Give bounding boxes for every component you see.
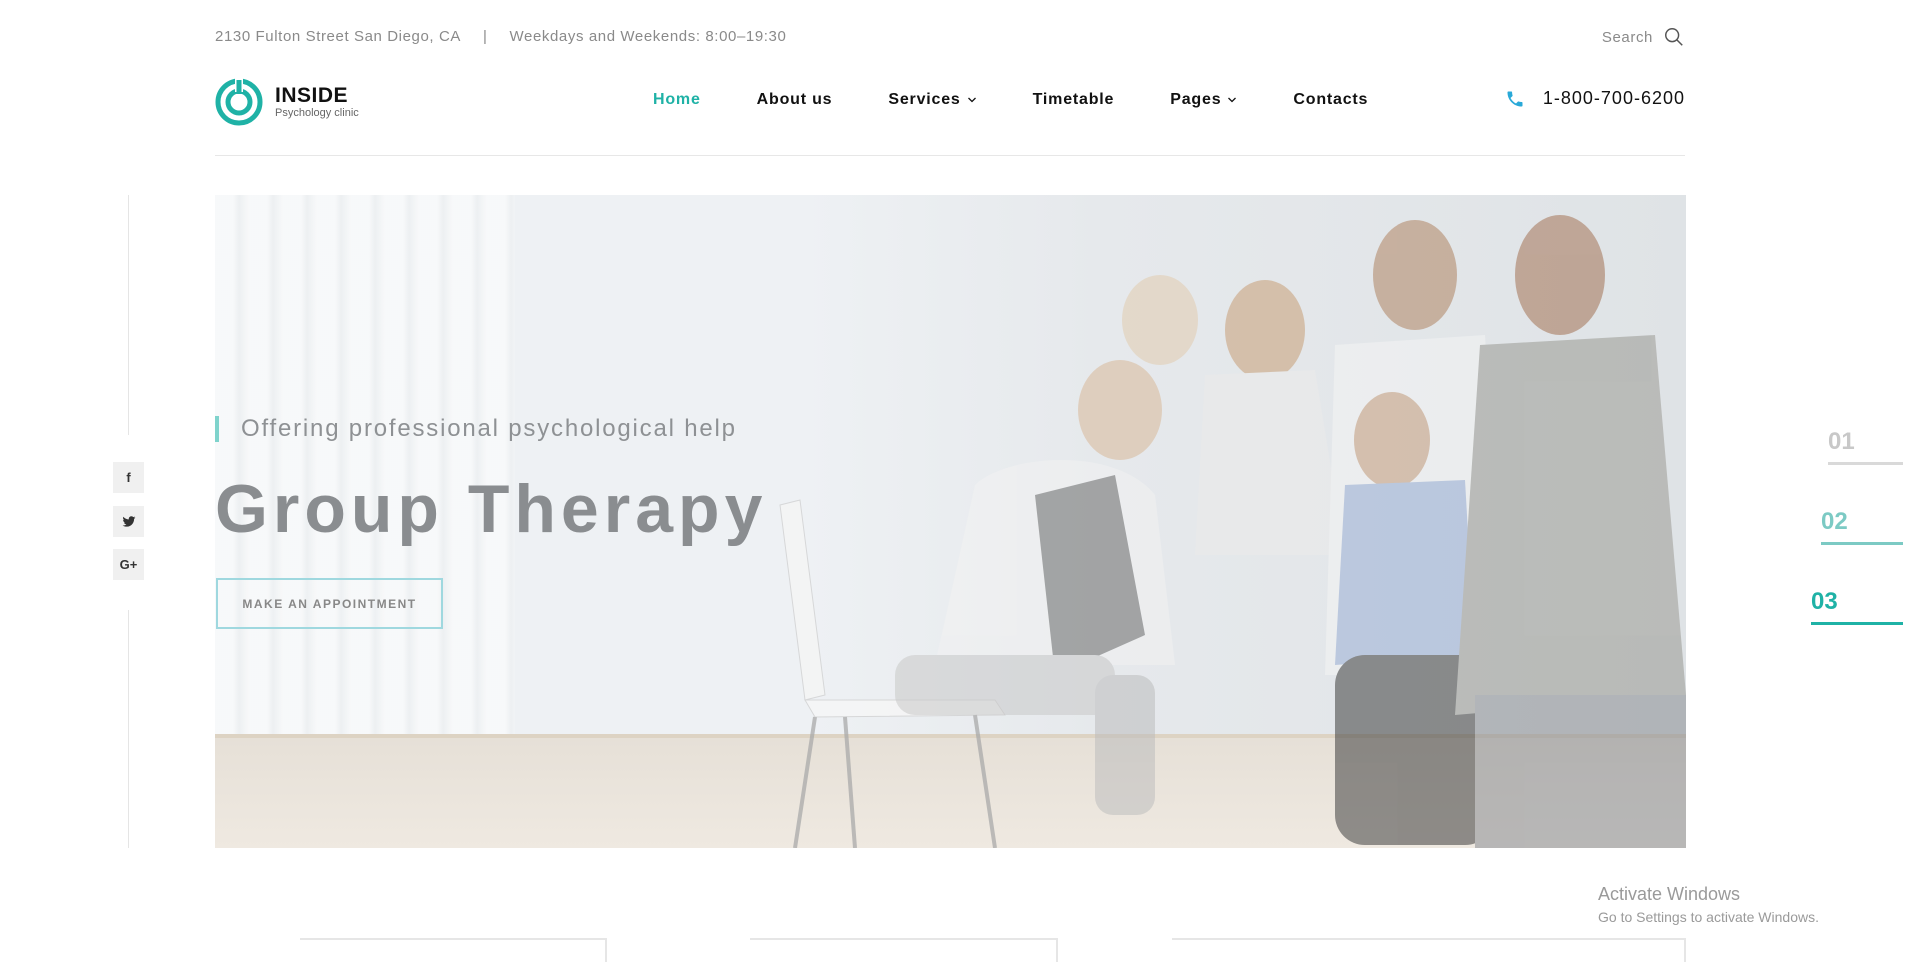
feature-card-outline — [1172, 938, 1686, 962]
google-plus-button[interactable]: G+ — [113, 549, 144, 580]
slide-number: 03 — [1811, 588, 1838, 615]
hero-slider: Offering professional psychological help… — [215, 195, 1686, 848]
nav-about-label: About us — [756, 91, 833, 108]
slide-indicator — [1811, 622, 1903, 625]
info-separator: | — [483, 28, 488, 45]
contact-info: 2130 Fulton Street San Diego, CA | Weekd… — [215, 28, 786, 45]
feature-card-outline — [300, 938, 607, 962]
logo-icon — [215, 78, 263, 126]
twitter-button[interactable] — [113, 506, 144, 537]
chevron-down-icon — [1228, 97, 1237, 103]
slide-nav-01[interactable]: 01 — [1828, 428, 1903, 465]
nav-home-label: Home — [653, 91, 701, 108]
hero-kicker: Offering professional psychological help — [215, 416, 737, 442]
address-text: 2130 Fulton Street San Diego, CA — [215, 28, 462, 45]
search-icon — [1665, 28, 1683, 46]
main-nav: Home About us Services Timetable Pages C… — [653, 91, 1424, 109]
main-header: INSIDE Psychology clinic Home About us S… — [215, 74, 1685, 156]
facebook-icon: f — [126, 470, 131, 485]
logo-tagline: Psychology clinic — [275, 106, 359, 119]
phone-contact[interactable]: 1-800-700-6200 — [1505, 88, 1685, 109]
hours-text: Weekdays and Weekends: 8:00–19:30 — [509, 28, 787, 45]
watermark-title: Activate Windows — [1598, 884, 1741, 904]
search-label: Search — [1601, 28, 1653, 46]
people-illustration — [895, 215, 1686, 848]
nav-timetable-label: Timetable — [1032, 91, 1115, 108]
phone-icon — [1507, 91, 1523, 106]
slide-number: 01 — [1828, 428, 1855, 455]
nav-contacts[interactable]: Contacts — [1293, 91, 1368, 109]
nav-pages-label: Pages — [1170, 91, 1222, 108]
make-appointment-button[interactable]: MAKE AN APPOINTMENT — [216, 578, 443, 629]
top-info-bar: 2130 Fulton Street San Diego, CA | Weekd… — [215, 0, 1685, 74]
hero-title: Group Therapy — [215, 471, 768, 547]
nav-services-label: Services — [888, 91, 961, 108]
nav-timetable[interactable]: Timetable — [1033, 91, 1115, 109]
twitter-icon — [122, 515, 135, 527]
facebook-button[interactable]: f — [113, 462, 144, 493]
logo[interactable]: INSIDE Psychology clinic — [215, 78, 359, 126]
rail-line-top — [128, 195, 129, 435]
nav-pages[interactable]: Pages — [1170, 91, 1237, 109]
chevron-down-icon — [967, 97, 976, 103]
nav-services[interactable]: Services — [888, 91, 976, 109]
slide-nav-02[interactable]: 02 — [1821, 508, 1903, 545]
rail-line-bottom — [128, 610, 129, 848]
watermark-subtitle: Go to Settings to activate Windows. — [1598, 909, 1819, 925]
slide-number: 02 — [1821, 508, 1848, 535]
nav-home[interactable]: Home — [653, 91, 701, 109]
phone-number: 1-800-700-6200 — [1542, 88, 1685, 108]
nav-about-us[interactable]: About us — [757, 91, 833, 109]
google-plus-icon: G+ — [119, 557, 138, 572]
search-button[interactable]: Search — [1602, 26, 1685, 48]
windows-watermark: Activate Windows Go to Settings to activ… — [1598, 884, 1819, 925]
slide-nav-03[interactable]: 03 — [1811, 588, 1903, 625]
slide-indicator — [1821, 542, 1903, 545]
feature-card-outline — [750, 938, 1058, 962]
slide-indicator — [1828, 462, 1903, 465]
logo-text: INSIDE Psychology clinic — [275, 83, 359, 120]
nav-contacts-label: Contacts — [1293, 91, 1369, 108]
logo-name: INSIDE — [275, 83, 349, 107]
